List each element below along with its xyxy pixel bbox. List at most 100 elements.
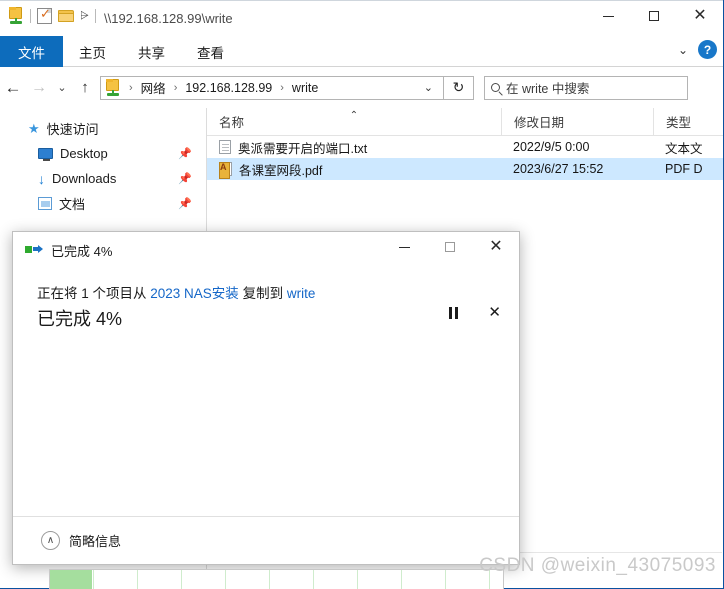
ribbon-tabs-bar: 文件 主页 共享 查看 ⌄ ? [0,36,723,67]
sidebar-item-downloads[interactable]: ↓ Downloads 📌 [0,166,206,191]
file-date-cell: 2022/9/5 0:00 [513,140,590,154]
copy-target-link[interactable]: write [287,286,316,301]
breadcrumb-item-network[interactable]: 网络 [139,77,168,98]
pin-icon[interactable]: 📌 [178,172,192,185]
refresh-button[interactable]: ↻ [444,75,474,100]
address-network-folder-icon [105,78,121,97]
quick-access-toolbar: ⩥ [8,6,96,25]
breadcrumb-separator-1: › [173,81,178,94]
ribbon-right-controls: ⌄ ? [678,40,717,59]
network-folder-icon[interactable] [8,7,24,25]
sidebar-item-quick-access[interactable]: ★ 快速访问 [0,116,206,141]
cancel-icon[interactable]: ✕ [488,305,501,320]
progress-summary-row: 已完成 4% ✕ [37,305,519,331]
sidebar-item-label: 文档 [59,197,86,212]
toolbar-divider-2 [94,9,96,23]
file-type-cell: PDF D [665,162,703,176]
breadcrumb-item-share[interactable]: write [290,80,320,96]
pin-icon[interactable]: 📌 [178,147,192,160]
table-row[interactable]: 各课室网段.pdf 2023/6/27 15:52 PDF D [207,158,723,180]
copy-middle: 复制到 [238,286,287,301]
dialog-title: 已完成 4% [51,243,113,259]
help-button[interactable]: ? [698,40,717,59]
copy-description: 正在将 1 个项目从 2023 NAS安装 复制到 write [37,282,519,302]
file-date-cell: 2023/6/27 15:52 [513,162,604,176]
tab-file[interactable]: 文件 [0,36,63,67]
window-close-button[interactable]: ✕ [677,1,723,31]
breadcrumb: › 网络 › 192.168.128.99 › write [123,77,418,98]
star-icon: ★ [28,120,40,136]
new-folder-icon[interactable] [58,9,74,23]
window-path-title: \\192.168.128.99\write [104,11,233,26]
column-header-label: 类型 [666,116,692,130]
column-header-date[interactable]: 修改日期 [501,107,653,136]
dialog-maximize-button[interactable] [427,232,473,262]
properties-icon[interactable] [37,6,52,24]
column-header-type[interactable]: 类型 [653,107,723,136]
progress-percent-label: 已完成 4% [37,309,123,329]
sort-ascending-icon: ⌃ [349,109,359,121]
file-type-cell: 文本文 [665,141,703,156]
search-icon [491,83,500,92]
window-minimize-button[interactable] [585,1,631,31]
graph-bar-light [50,570,92,589]
breadcrumb-item-host[interactable]: 192.168.128.99 [183,80,274,96]
sidebar-item-desktop[interactable]: Desktop 📌 [0,141,206,166]
dialog-window-controls: ✕ [381,232,519,262]
breadcrumb-separator-0: › [129,81,133,94]
dialog-close-button[interactable]: ✕ [473,232,519,262]
copy-prefix: 正在将 1 个项目从 [37,286,151,301]
dialog-action-buttons: ✕ [449,305,501,320]
transfer-speed-graph: 速度: 9.11 MB/秒 [49,569,504,589]
text-file-icon [219,140,231,154]
less-details-label: 简略信息 [69,534,122,549]
back-button[interactable]: ← [0,78,26,98]
tab-view[interactable]: 查看 [181,36,240,67]
window-title-bar: ⩥ \\192.168.128.99\write ✕ [0,0,723,36]
file-name-label: 奥派需要开启的端口.txt [238,141,368,156]
search-box[interactable]: 在 write 中搜索 [484,75,688,100]
pin-icon[interactable]: 📌 [178,197,192,210]
address-input[interactable]: › 网络 › 192.168.128.99 › write ⌄ [100,75,444,100]
ribbon-tab-list: 文件 主页 共享 查看 [0,36,723,67]
copy-progress-dialog: 已完成 4% ✕ 正在将 1 个项目从 2023 NAS安装 复制到 write… [12,231,520,589]
tab-home[interactable]: 主页 [63,36,122,67]
dialog-footer[interactable]: ∧ 简略信息 [13,516,519,564]
forward-button[interactable]: → [26,79,52,97]
window-controls: ✕ [585,1,723,31]
address-bar-row: ← → ⌄ ↑ › 网络 › 192.168.128.99 › write ⌄ … [0,67,723,108]
documents-icon [38,197,52,210]
copy-progress-icon [25,244,43,256]
download-arrow-icon: ↓ [38,170,45,187]
sidebar-item-label: Desktop [60,146,108,161]
toolbar-divider [30,9,31,23]
graph-gridlines [50,570,503,589]
sidebar-item-documents[interactable]: 文档 📌 [0,191,206,216]
breadcrumb-separator-2: › [280,81,284,94]
window-maximize-button[interactable] [631,1,677,31]
chevron-up-circle-icon[interactable]: ∧ [41,531,60,550]
customize-caret-icon[interactable]: ⩥ [80,10,89,22]
pdf-file-icon [219,162,232,179]
monitor-icon [38,148,53,161]
file-name-cell: 奥派需要开启的端口.txt [207,138,501,157]
screenshot-root: ⩥ \\192.168.128.99\write ✕ 文件 主页 共享 查看 ⌄… [0,0,724,589]
file-name-cell: 各课室网段.pdf [207,160,501,179]
watermark: CSDN @weixin_43075093 [479,555,716,576]
table-row[interactable]: 奥派需要开启的端口.txt 2022/9/5 0:00 文本文 [207,136,723,158]
chevron-down-icon[interactable]: ⌄ [678,43,688,57]
column-header-label: 修改日期 [514,116,565,130]
copy-source-link[interactable]: 2023 NAS安装 [150,286,239,301]
column-headers: ⌃ 名称 修改日期 类型 [207,107,723,136]
sidebar-item-label: Downloads [52,171,117,186]
recent-locations-button[interactable]: ⌄ [52,81,72,94]
address-dropdown-icon[interactable]: ⌄ [418,81,439,94]
sidebar-item-label: 快速访问 [46,122,99,137]
search-placeholder: 在 write 中搜索 [506,82,590,96]
tab-share[interactable]: 共享 [122,36,181,67]
up-one-level-button[interactable]: ↑ [72,79,98,96]
dialog-title-bar: 已完成 4% ✕ [13,232,519,268]
column-header-name[interactable]: ⌃ 名称 [207,108,501,136]
pause-icon[interactable] [449,306,459,319]
dialog-minimize-button[interactable] [381,232,427,262]
